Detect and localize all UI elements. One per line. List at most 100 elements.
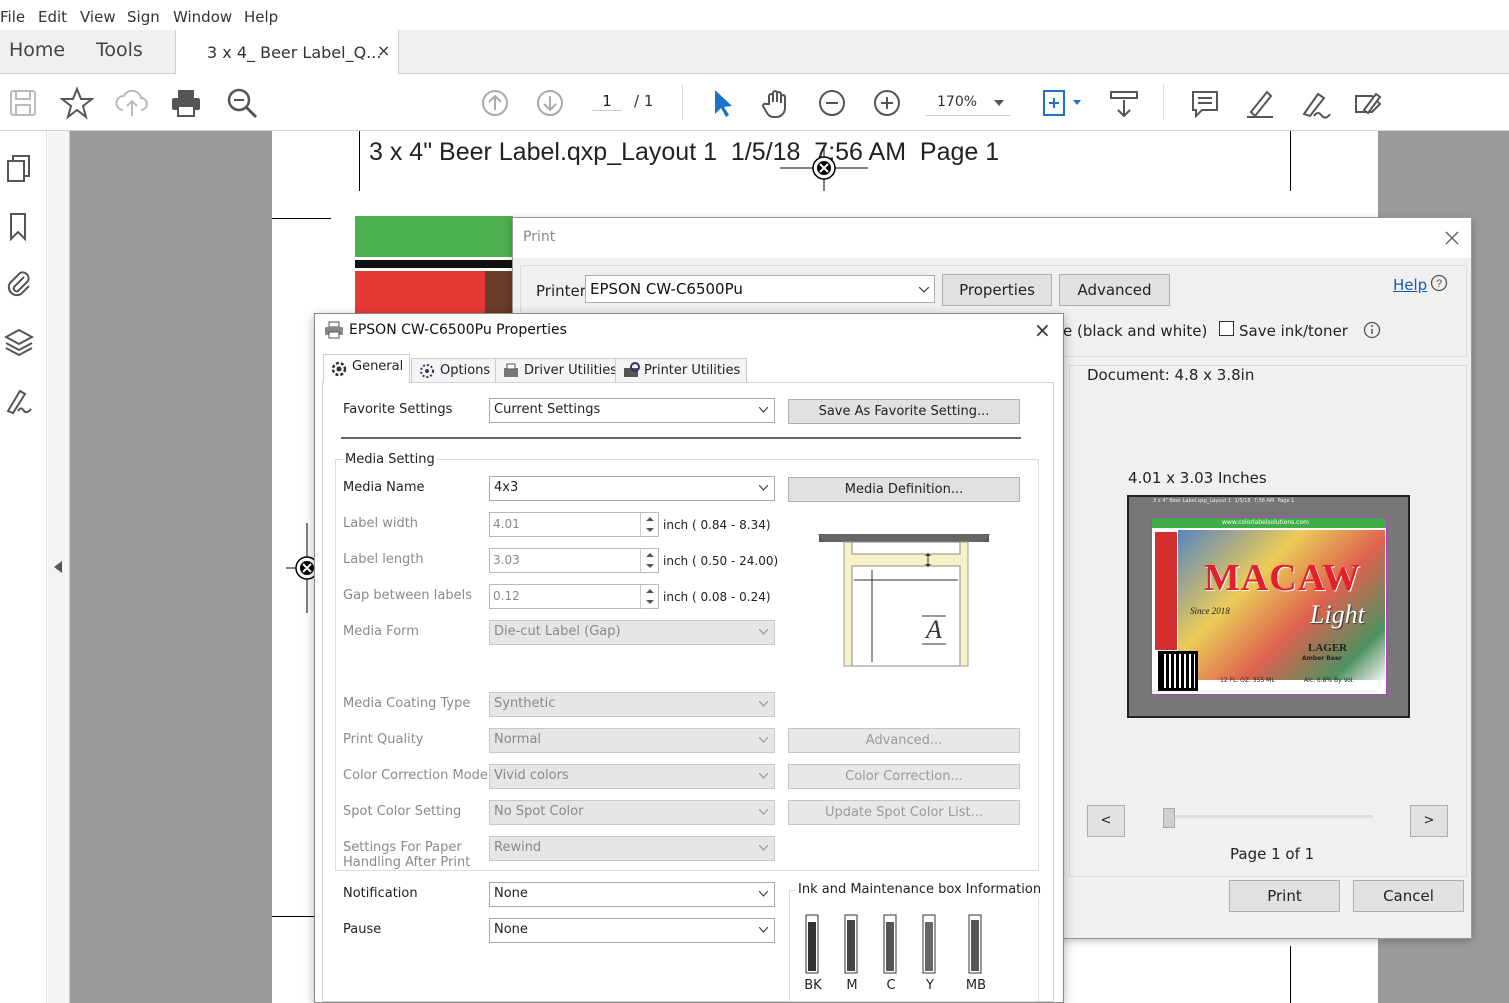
left-panel: [0, 131, 47, 1003]
tab-printer-utilities[interactable]: Printer Utilities: [615, 358, 748, 382]
ink-bk-label: BK: [804, 978, 822, 993]
media-coating-value: Synthetic: [494, 696, 556, 711]
page-slider-thumb[interactable]: [1163, 808, 1175, 828]
media-coating-select[interactable]: Synthetic: [489, 692, 775, 717]
options-icon: [420, 364, 434, 378]
info-icon[interactable]: [1363, 321, 1381, 339]
tab-document-label: 3 x 4_ Beer Label_Q...: [207, 43, 382, 62]
side-panel-toggle[interactable]: [48, 131, 70, 1003]
menu-window[interactable]: Window: [173, 8, 232, 26]
media-name-label: Media Name: [343, 480, 425, 495]
close-icon[interactable]: ×: [1034, 318, 1051, 342]
star-icon[interactable]: [60, 86, 94, 120]
spin-up-icon[interactable]: [640, 549, 658, 561]
after-print-label: Settings For Paper Handling After Print: [343, 840, 470, 870]
scroll-mode-icon[interactable]: [1107, 86, 1141, 120]
label-length-label: Label length: [343, 552, 424, 567]
preview-since: Since 2018: [1190, 606, 1230, 616]
favorite-settings-select[interactable]: Current Settings: [489, 398, 775, 423]
quality-advanced-button[interactable]: Advanced...: [788, 728, 1020, 753]
zoom-search-icon[interactable]: [225, 86, 259, 120]
save-favorite-button[interactable]: Save As Favorite Setting...: [788, 399, 1020, 424]
bookmark-icon[interactable]: [4, 211, 34, 241]
cancel-button[interactable]: Cancel: [1353, 880, 1464, 912]
pause-select[interactable]: None: [489, 918, 775, 943]
chevron-down-icon: [759, 629, 768, 635]
print-dialog-titlebar: [513, 218, 1471, 258]
gap-value: 0.12: [493, 589, 520, 603]
printer-select[interactable]: EPSON CW-C6500Pu: [585, 275, 935, 303]
tab-driver-utilities[interactable]: Driver Utilities: [495, 358, 625, 382]
preview-qr-code: [1158, 651, 1198, 691]
after-print-select[interactable]: Rewind: [489, 836, 775, 861]
chevron-down-icon: [759, 701, 768, 707]
color-correction-mode-select[interactable]: Vivid colors: [489, 764, 775, 789]
media-definition-button[interactable]: Media Definition...: [788, 477, 1020, 502]
gap-input[interactable]: 0.12: [489, 584, 659, 609]
hand-icon[interactable]: [760, 86, 794, 120]
help-info-icon[interactable]: ?: [1430, 274, 1448, 292]
page-slider-track[interactable]: [1168, 815, 1373, 818]
advanced-button[interactable]: Advanced: [1059, 274, 1170, 306]
print-dialog-title: Print: [523, 229, 556, 245]
label-width-input[interactable]: 4.01: [489, 512, 659, 537]
spot-color-select[interactable]: No Spot Color: [489, 800, 775, 825]
select-arrow-icon[interactable]: [705, 86, 739, 120]
tab-general[interactable]: General: [323, 354, 411, 383]
print-icon[interactable]: [169, 86, 203, 120]
print-button[interactable]: Print: [1229, 880, 1340, 912]
menu-sign[interactable]: Sign: [127, 8, 160, 26]
properties-button[interactable]: Properties: [942, 274, 1052, 306]
update-spot-color-button[interactable]: Update Spot Color List...: [788, 800, 1020, 825]
tab-tools[interactable]: Tools: [96, 39, 143, 61]
fit-page-icon[interactable]: [1040, 86, 1084, 120]
pages-icon[interactable]: [4, 153, 34, 183]
media-coating-label: Media Coating Type: [343, 696, 471, 711]
preview-header-text: 3 x 4" Beer Label.qxp_Layout 1 1/5/18 7:…: [1153, 498, 1295, 504]
menu-edit[interactable]: Edit: [38, 8, 67, 26]
zoom-dropdown[interactable]: 170%: [926, 90, 1010, 116]
ink-y-label: Y: [926, 978, 934, 993]
spin-up-icon[interactable]: [640, 513, 658, 525]
pause-value: None: [494, 922, 528, 937]
save-icon[interactable]: [6, 86, 40, 120]
menu-help[interactable]: Help: [244, 8, 278, 26]
signatures-icon[interactable]: [4, 385, 34, 415]
zoom-out-icon[interactable]: [815, 86, 849, 120]
menu-view[interactable]: View: [80, 8, 116, 26]
page-down-icon[interactable]: [533, 86, 567, 120]
help-link[interactable]: Help: [1393, 276, 1427, 294]
save-ink-checkbox[interactable]: [1219, 321, 1234, 336]
tab-document[interactable]: 3 x 4_ Beer Label_Q... ×: [175, 30, 399, 75]
tab-close-icon[interactable]: ×: [377, 41, 390, 60]
send-sign-icon[interactable]: [1352, 86, 1386, 120]
page-up-icon[interactable]: [478, 86, 512, 120]
tab-home[interactable]: Home: [9, 39, 65, 61]
print-quality-select[interactable]: Normal: [489, 728, 775, 753]
ink-mb-label: MB: [965, 978, 987, 993]
close-icon[interactable]: [1444, 230, 1460, 246]
attachment-icon[interactable]: [4, 268, 34, 298]
label-length-input[interactable]: 3.03: [489, 548, 659, 573]
zoom-in-icon[interactable]: [870, 86, 904, 120]
spin-down-icon[interactable]: [640, 525, 658, 537]
layers-icon[interactable]: [4, 327, 34, 357]
media-form-select[interactable]: Die-cut Label (Gap): [489, 620, 775, 645]
spin-up-icon[interactable]: [640, 585, 658, 597]
highlight-pen-icon[interactable]: [1243, 86, 1277, 120]
comment-icon[interactable]: [1188, 86, 1222, 120]
cloud-upload-icon[interactable]: [115, 86, 149, 120]
prev-page-button[interactable]: <: [1087, 805, 1125, 837]
next-page-button[interactable]: >: [1410, 805, 1448, 837]
notification-select[interactable]: None: [489, 882, 775, 907]
page-number-input[interactable]: 1: [592, 92, 622, 111]
tab-options[interactable]: Options: [411, 358, 498, 382]
tab-general-label: General: [352, 359, 404, 374]
toolbar-divider: [1163, 84, 1164, 120]
color-correction-button[interactable]: Color Correction...: [788, 764, 1020, 789]
sign-icon[interactable]: [1298, 86, 1332, 120]
menu-file[interactable]: File: [0, 8, 25, 26]
spin-down-icon[interactable]: [640, 561, 658, 573]
media-name-select[interactable]: 4x3: [489, 476, 775, 501]
spin-down-icon[interactable]: [640, 597, 658, 609]
